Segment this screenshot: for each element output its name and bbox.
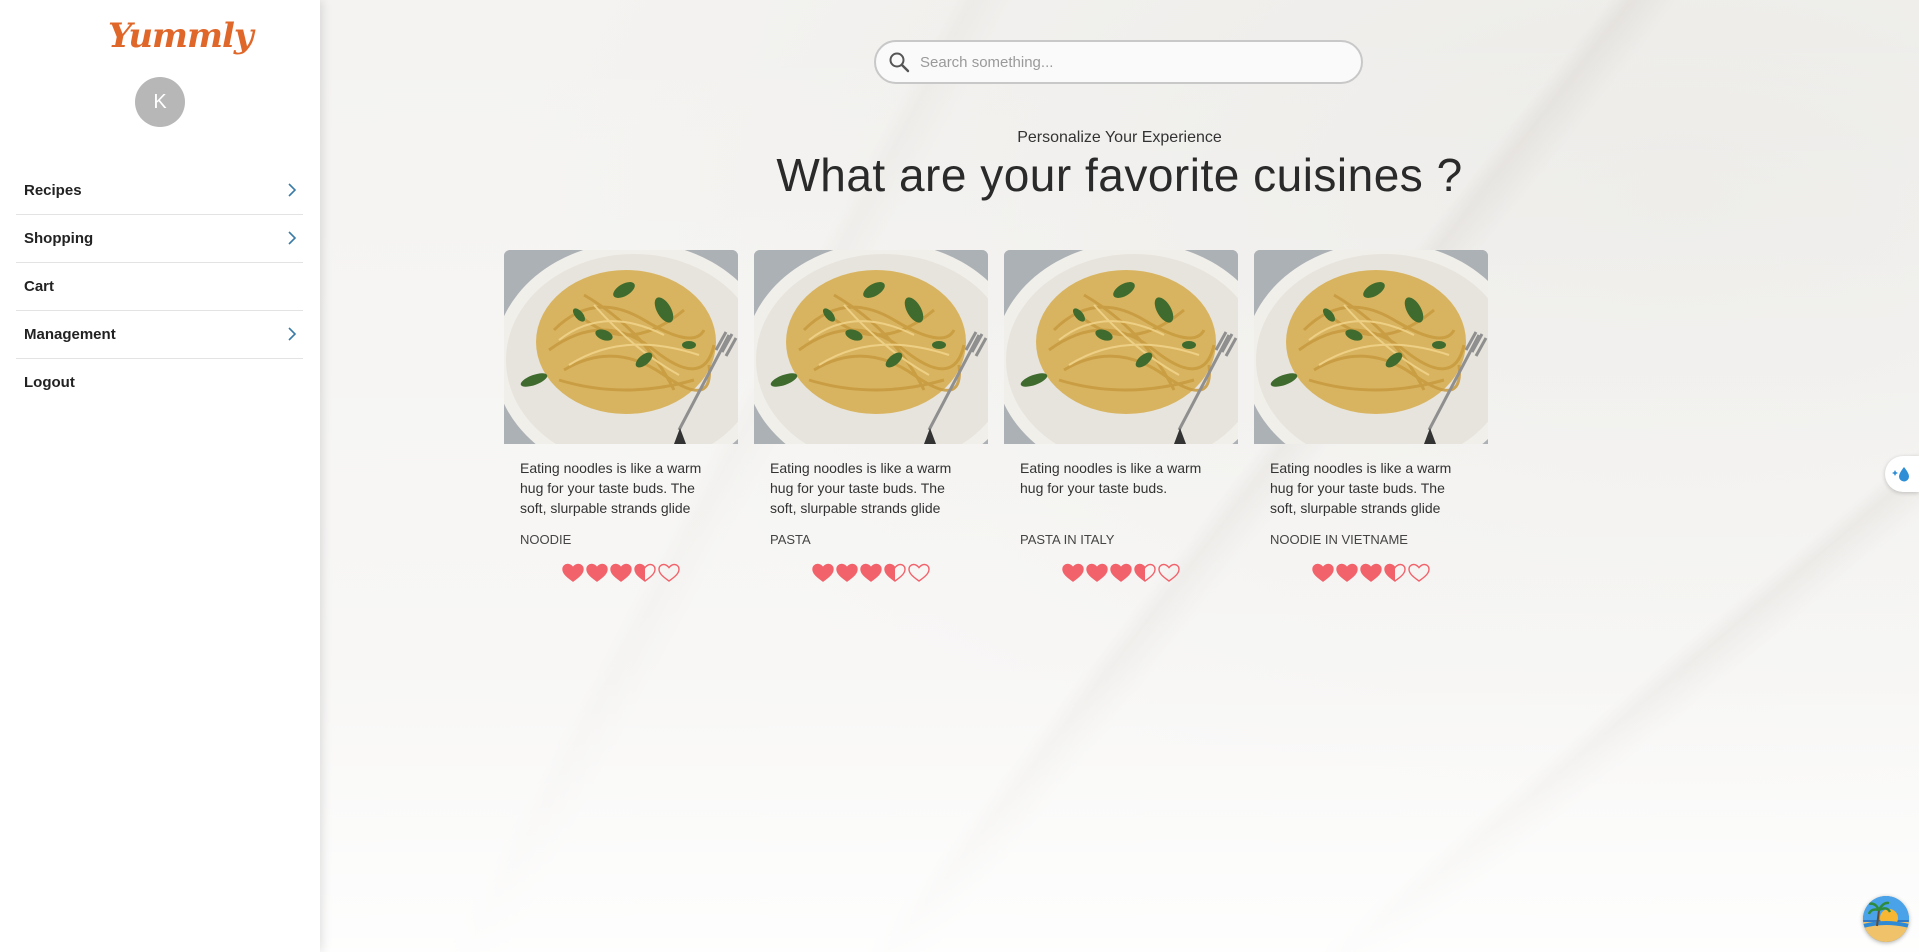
heart-filled-icon[interactable]	[1360, 563, 1382, 583]
beach-sunset-badge-icon[interactable]	[1863, 896, 1909, 942]
search-bar[interactable]	[874, 40, 1363, 84]
sidebar: Yummly K Recipes Shopping Cart Managemen…	[0, 0, 320, 952]
heart-filled-icon[interactable]	[1062, 563, 1084, 583]
sidebar-item-cart[interactable]: Cart	[16, 263, 303, 311]
card-cuisine-name: NOODIE IN VIETNAME	[1270, 532, 1408, 547]
heart-empty-icon[interactable]	[1408, 563, 1430, 583]
sidebar-item-logout[interactable]: Logout	[16, 359, 303, 406]
heart-filled-icon[interactable]	[1312, 563, 1334, 583]
heart-filled-icon[interactable]	[812, 563, 834, 583]
sidebar-menu: Recipes Shopping Cart Management Logout	[16, 167, 303, 406]
chevron-right-icon	[288, 231, 297, 245]
sidebar-item-label: Logout	[24, 374, 75, 391]
heart-half-icon[interactable]	[1134, 563, 1156, 583]
pasta-dish-image	[754, 250, 988, 444]
heart-empty-icon[interactable]	[1158, 563, 1180, 583]
card-body: Eating noodles is like a warm hug for yo…	[754, 458, 988, 583]
heart-rating[interactable]	[1020, 563, 1222, 583]
heart-filled-icon[interactable]	[1110, 563, 1132, 583]
card-description: Eating noodles is like a warm hug for yo…	[770, 460, 952, 516]
search-input[interactable]	[918, 46, 1361, 78]
pasta-dish-image	[504, 250, 738, 444]
yummly-logo[interactable]: Yummly	[108, 14, 254, 58]
pasta-dish-image	[1004, 250, 1238, 444]
card-cuisine-name: PASTA	[770, 532, 811, 547]
cuisine-card[interactable]: Eating noodles is like a warm hug for yo…	[754, 250, 988, 583]
heart-filled-icon[interactable]	[1086, 563, 1108, 583]
logo-text: Yummly	[108, 16, 254, 56]
avatar[interactable]: K	[135, 77, 185, 127]
heart-empty-icon[interactable]	[658, 563, 680, 583]
chevron-right-icon	[288, 183, 297, 197]
card-description: Eating noodles is like a warm hug for yo…	[520, 460, 702, 516]
heart-filled-icon[interactable]	[586, 563, 608, 583]
card-body: Eating noodles is like a warm hug for yo…	[1254, 458, 1488, 583]
main-content: Personalize Your Experience What are you…	[320, 0, 1919, 952]
card-body: Eating noodles is like a warm hug for yo…	[504, 458, 738, 583]
heart-half-icon[interactable]	[884, 563, 906, 583]
heart-filled-icon[interactable]	[836, 563, 858, 583]
water-drop-icon[interactable]	[1885, 456, 1919, 492]
heart-rating[interactable]	[770, 563, 972, 583]
card-body: Eating noodles is like a warm hug for yo…	[1004, 458, 1238, 583]
sparkle-drop-icon	[1892, 467, 1909, 482]
card-description: Eating noodles is like a warm hug for yo…	[1270, 460, 1452, 516]
cuisine-card[interactable]: Eating noodles is like a warm hug for yo…	[504, 250, 738, 583]
chevron-right-icon	[288, 327, 297, 341]
sidebar-item-label: Management	[24, 326, 116, 343]
sidebar-item-label: Cart	[24, 278, 55, 295]
sidebar-item-management[interactable]: Management	[16, 311, 303, 359]
sidebar-item-recipes[interactable]: Recipes	[16, 167, 303, 215]
cuisine-card[interactable]: Eating noodles is like a warm hug for yo…	[1004, 250, 1238, 583]
heart-half-icon[interactable]	[634, 563, 656, 583]
pasta-dish-image	[1254, 250, 1488, 444]
heart-half-icon[interactable]	[1384, 563, 1406, 583]
sidebar-item-label: Shopping	[24, 230, 94, 247]
sidebar-item-label: Recipes	[24, 182, 82, 199]
heart-filled-icon[interactable]	[610, 563, 632, 583]
heart-filled-icon[interactable]	[860, 563, 882, 583]
beach-sunset-icon	[1863, 896, 1909, 942]
heart-filled-icon[interactable]	[1336, 563, 1358, 583]
heart-rating[interactable]	[1270, 563, 1472, 583]
heart-filled-icon[interactable]	[562, 563, 584, 583]
page-subtitle: Personalize Your Experience	[1017, 129, 1222, 146]
heart-rating[interactable]	[520, 563, 722, 583]
card-description: Eating noodles is like a warm hug for yo…	[1020, 460, 1202, 496]
card-cuisine-name: NOODIE	[520, 532, 572, 547]
heart-empty-icon[interactable]	[908, 563, 930, 583]
page-title: What are your favorite cuisines ?	[776, 149, 1463, 201]
search-icon	[889, 52, 910, 73]
sidebar-item-shopping[interactable]: Shopping	[16, 215, 303, 263]
cuisine-card-list: Eating noodles is like a warm hug for yo…	[504, 250, 1488, 583]
cuisine-card[interactable]: Eating noodles is like a warm hug for yo…	[1254, 250, 1488, 583]
card-cuisine-name: PASTA IN ITALY	[1020, 532, 1115, 547]
